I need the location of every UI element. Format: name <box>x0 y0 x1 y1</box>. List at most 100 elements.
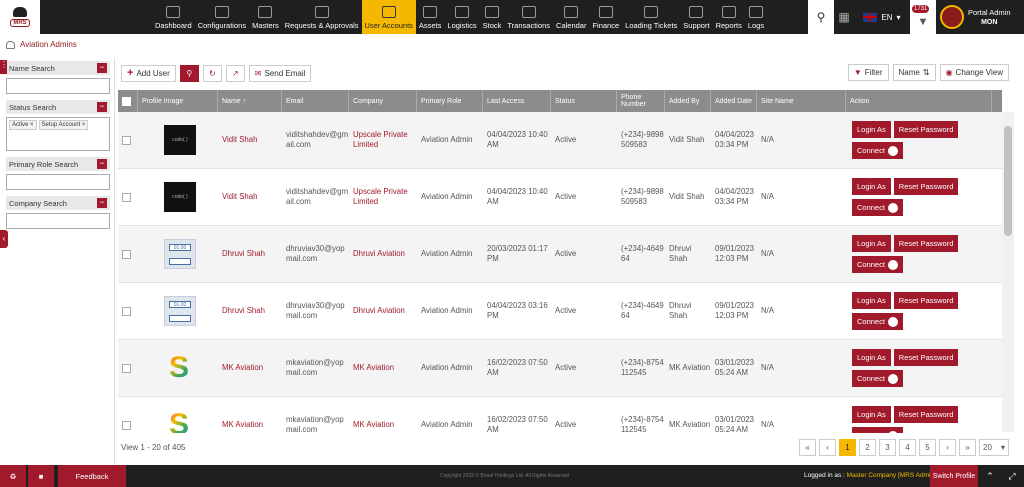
nav-item-transactions[interactable]: Transactions <box>504 0 553 34</box>
table-row[interactable]: 01.00 Dhruvi Shah dhruviav30@yopmail.com Dh… <box>118 283 1002 340</box>
column-header[interactable]: Site Name <box>757 90 846 112</box>
login-as-button[interactable]: Login As <box>852 235 891 252</box>
user-name-link[interactable]: Dhruvi Shah <box>218 226 282 282</box>
switch-profile-button[interactable]: Switch Profile <box>930 465 978 487</box>
nav-item-dashboard[interactable]: Dashboard <box>152 0 195 34</box>
user-name-link[interactable]: Dhruvi Shah <box>218 283 282 339</box>
user-profile-menu[interactable]: Portal Admin MON <box>936 0 1024 34</box>
scroll-top-icon[interactable]: ⌃ <box>980 465 1000 487</box>
reset-password-button[interactable]: Reset Password <box>893 178 959 195</box>
nav-item-support[interactable]: Support <box>680 0 712 34</box>
column-header[interactable]: Phone Number <box>617 90 665 112</box>
login-as-button[interactable]: Login As <box>852 406 891 423</box>
connect-button[interactable]: Connect <box>852 199 903 216</box>
add-user-button[interactable]: + Add User <box>121 64 176 82</box>
recycle-icon[interactable]: ♻ <box>0 465 26 487</box>
nav-item-reports[interactable]: Reports <box>713 0 745 34</box>
status-tag[interactable]: Active × <box>9 120 37 130</box>
sidebar-collapse-chevron-icon[interactable]: ‹ <box>0 230 8 248</box>
column-header[interactable]: Profile Image <box>138 90 218 112</box>
reset-password-button[interactable]: Reset Password <box>893 235 959 252</box>
login-as-button[interactable]: Login As <box>852 121 891 138</box>
connect-button[interactable]: Connect <box>852 142 903 159</box>
sidebar-menu-dots-icon[interactable]: ⋮ <box>0 60 8 74</box>
collapse-minus-icon[interactable]: − <box>97 198 107 208</box>
reset-password-button[interactable]: Reset Password <box>893 292 959 309</box>
row-checkbox[interactable] <box>122 363 131 373</box>
collapse-minus-icon[interactable]: − <box>97 102 107 112</box>
table-row[interactable]: code{ } Vidit Shah viditshahdev@gmail.com U… <box>118 169 1002 226</box>
table-row[interactable]: code{ } Vidit Shah viditshahdev@gmail.com U… <box>118 112 1002 169</box>
row-checkbox[interactable] <box>122 306 131 316</box>
login-as-button[interactable]: Login As <box>852 349 891 366</box>
nav-item-logistics[interactable]: Logistics <box>444 0 479 34</box>
prev-page-button[interactable]: ‹ <box>819 439 836 456</box>
company-link[interactable]: MK Aviation <box>349 397 417 433</box>
mrs-logo[interactable]: MRS <box>0 0 40 34</box>
expand-icon[interactable]: ⤢ <box>1002 465 1022 487</box>
user-name-link[interactable]: MK Aviation <box>218 397 282 433</box>
connect-button[interactable]: Connect <box>852 313 903 330</box>
login-as-button[interactable]: Login As <box>852 178 891 195</box>
connect-button[interactable]: Connect <box>852 256 903 273</box>
column-header[interactable]: Primary Role <box>417 90 483 112</box>
nav-item-user-accounts[interactable]: User Accounts <box>361 0 416 34</box>
language-selector[interactable]: EN ▾ <box>856 0 908 34</box>
first-page-button[interactable]: « <box>799 439 816 456</box>
login-as-button[interactable]: Login As <box>852 292 891 309</box>
select-all-checkbox[interactable] <box>122 96 131 106</box>
nav-item-requests-approvals[interactable]: Requests & Approvals <box>282 0 362 34</box>
page-button[interactable]: 3 <box>879 439 896 456</box>
export-button[interactable]: ↗ <box>225 64 245 82</box>
column-header[interactable]: Name ↑ <box>218 90 282 112</box>
company-link[interactable]: MK Aviation <box>349 340 417 396</box>
apps-grid-icon[interactable]: ▦ <box>836 0 852 34</box>
status-tag[interactable]: Setup Account × <box>38 120 89 130</box>
status-search-input[interactable]: Active × Setup Account × <box>6 117 110 151</box>
name-search-input[interactable] <box>6 78 110 94</box>
change-view-button[interactable]: ◉ Change View <box>939 64 1009 81</box>
user-name-link[interactable]: Vidit Shah <box>218 112 282 168</box>
nav-item-masters[interactable]: Masters <box>249 0 282 34</box>
column-header[interactable]: Added Date <box>711 90 757 112</box>
page-button[interactable]: 1 <box>839 439 856 456</box>
refresh-button[interactable]: ↻ <box>202 64 222 82</box>
column-header[interactable]: Status <box>551 90 617 112</box>
send-email-button[interactable]: ✉ Send Email <box>248 64 312 82</box>
bookmark-icon[interactable]: ■ <box>28 465 54 487</box>
table-row[interactable]: S MK Aviation mkaviation@yopmail.com MK Avi… <box>118 340 1002 397</box>
company-link[interactable]: Upscale Private Limited <box>349 169 417 225</box>
page-size-select[interactable]: 20 ▾ <box>979 439 1009 456</box>
next-page-button[interactable]: › <box>939 439 956 456</box>
reset-password-button[interactable]: Reset Password <box>893 349 959 366</box>
connect-button[interactable]: Connect <box>852 370 903 387</box>
sort-name-button[interactable]: Name ⇅ <box>892 64 936 81</box>
nav-item-calendar[interactable]: Calendar <box>553 0 589 34</box>
table-scrollbar[interactable] <box>1002 112 1014 432</box>
page-button[interactable]: 5 <box>919 439 936 456</box>
table-row[interactable]: S MK Aviation mkaviation@yopmail.com MK Avi… <box>118 397 1002 433</box>
nav-item-logs[interactable]: Logs <box>745 0 767 34</box>
table-row[interactable]: 01.00 Dhruvi Shah dhruviav30@yopmail.com Dh… <box>118 226 1002 283</box>
column-header[interactable]: Last Access <box>483 90 551 112</box>
feedback-button[interactable]: Feedback <box>58 465 126 487</box>
last-page-button[interactable]: » <box>959 439 976 456</box>
connect-button[interactable]: Connect <box>852 427 903 433</box>
user-name-link[interactable]: MK Aviation <box>218 340 282 396</box>
collapse-minus-icon[interactable]: − <box>97 63 107 73</box>
column-header[interactable]: Email <box>282 90 349 112</box>
page-button[interactable]: 2 <box>859 439 876 456</box>
primary-role-search-input[interactable] <box>6 174 110 190</box>
company-link[interactable]: Upscale Private Limited <box>349 112 417 168</box>
column-header[interactable]: Action <box>846 90 992 112</box>
user-name-link[interactable]: Vidit Shah <box>218 169 282 225</box>
search-icon[interactable]: ⚲ <box>808 0 834 34</box>
scrollbar-thumb[interactable] <box>1004 126 1012 236</box>
column-header[interactable]: Added By <box>665 90 711 112</box>
row-checkbox[interactable] <box>122 420 131 430</box>
column-header[interactable]: Company <box>349 90 417 112</box>
notifications-button[interactable]: 1731 ▼ <box>910 0 936 34</box>
nav-item-configurations[interactable]: Configurations <box>195 0 249 34</box>
nav-item-assets[interactable]: Assets <box>416 0 445 34</box>
row-checkbox[interactable] <box>122 249 131 259</box>
